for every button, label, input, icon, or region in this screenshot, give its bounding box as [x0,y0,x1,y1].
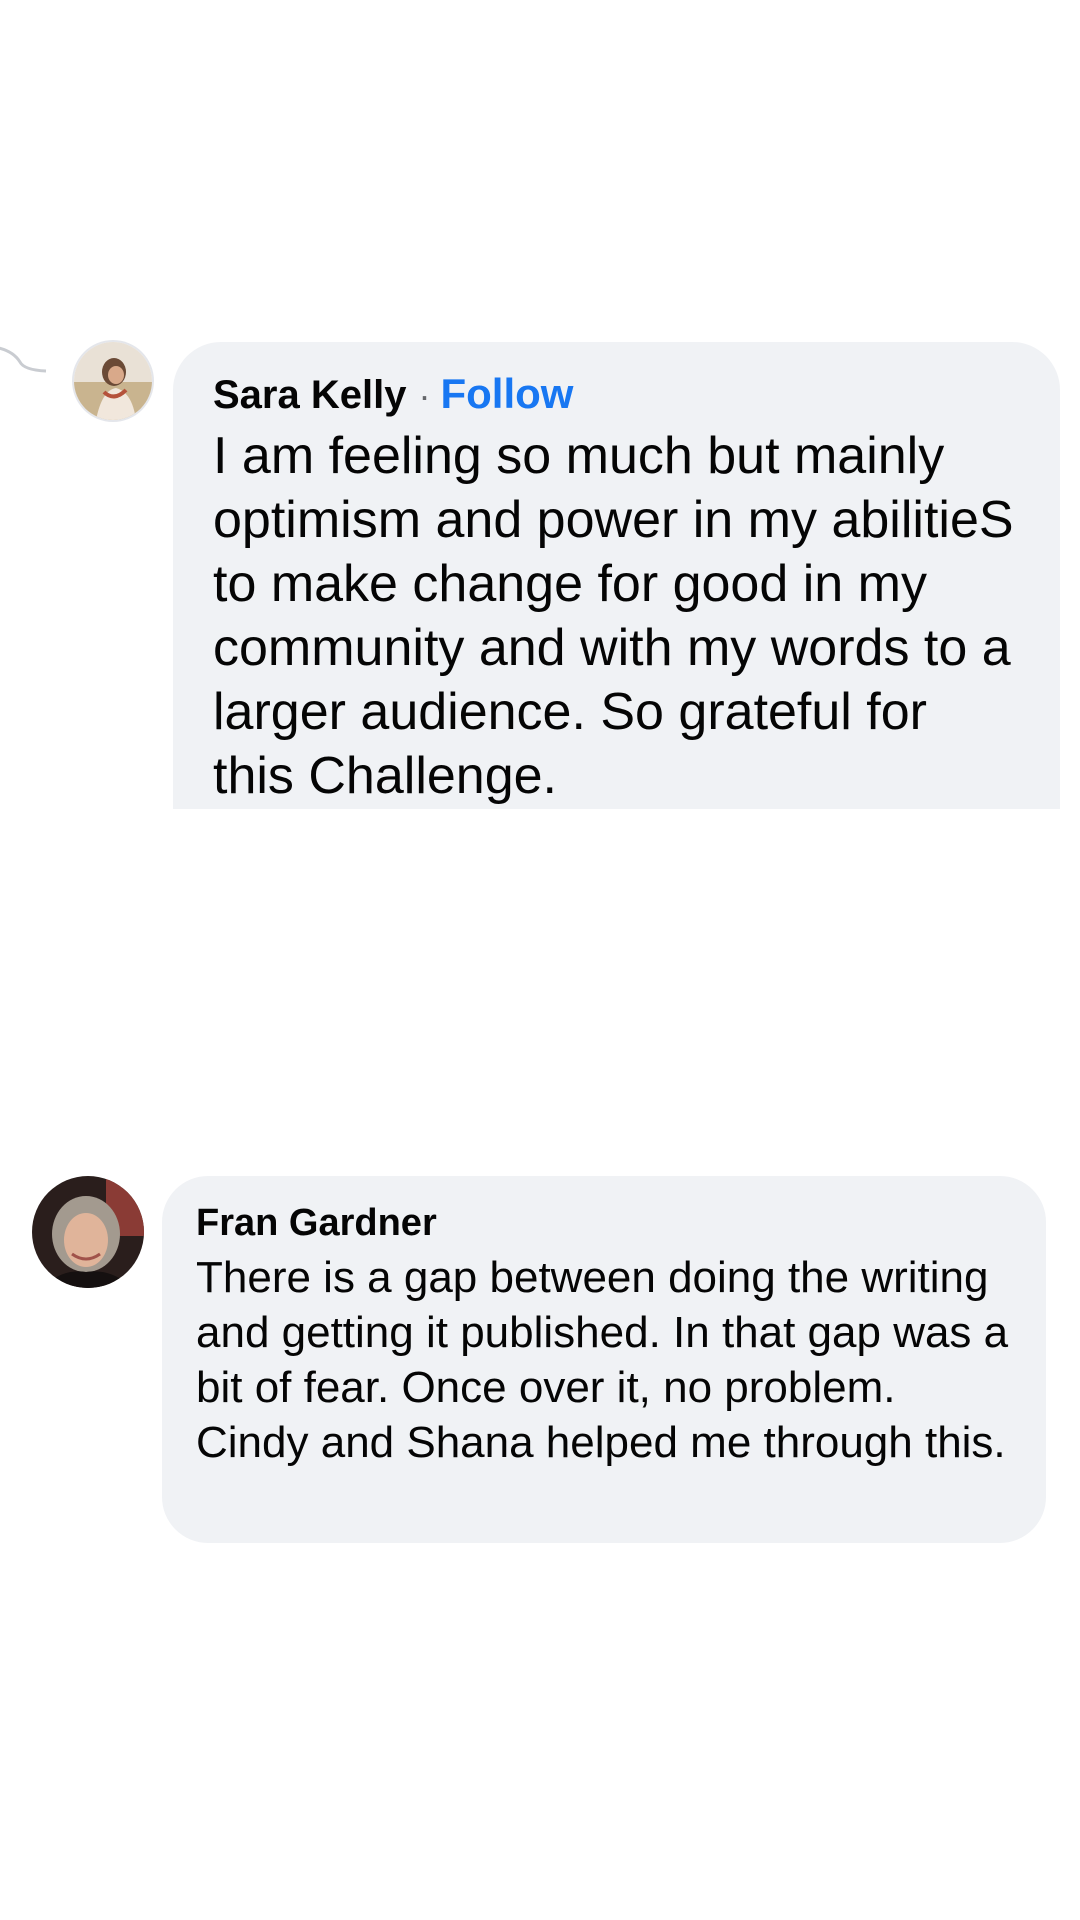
comment-bubble-sara-kelly: Sara Kelly · Follow I am feeling so much… [173,342,1060,809]
comment-text: There is a gap between doing the writing… [196,1253,1009,1467]
comment-author-name[interactable]: Sara Kelly [213,369,406,421]
comment-bubble-fran-gardner: Fran Gardner There is a gap between doin… [162,1176,1046,1543]
comment-header: Sara Kelly · Follow [213,368,1020,422]
comment-author-name[interactable]: Fran Gardner [196,1198,1010,1248]
avatar-sara-kelly[interactable] [74,342,152,420]
comment-text: I am feeling so much but mainly optimism… [213,427,1014,805]
separator-dot: · [418,375,431,416]
thread-connector-line [0,346,47,373]
follow-button[interactable]: Follow [440,368,573,420]
avatar-fran-gardner[interactable] [32,1176,144,1288]
